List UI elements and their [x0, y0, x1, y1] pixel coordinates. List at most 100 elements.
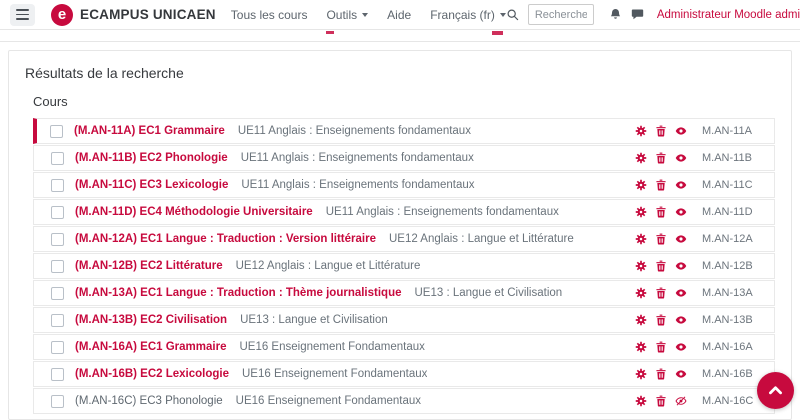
eye-icon — [675, 125, 687, 137]
settings-button[interactable] — [635, 395, 647, 407]
course-name-link[interactable]: (M.AN-12B) EC2 Littérature — [75, 260, 223, 272]
course-select-checkbox[interactable] — [51, 233, 64, 246]
eye-slash-icon — [675, 395, 687, 407]
course-actions — [635, 233, 687, 245]
search-button[interactable] — [506, 8, 519, 21]
course-name-link[interactable]: (M.AN-16C) EC3 Phonologie — [75, 395, 223, 407]
trash-icon — [655, 260, 667, 272]
eye-icon — [675, 287, 687, 299]
course-shortname: M.AN-12A — [702, 233, 760, 245]
course-category: UE16 Enseignement Fondamentaux — [239, 341, 424, 353]
course-shortname: M.AN-11A — [702, 125, 760, 137]
delete-button[interactable] — [655, 233, 667, 245]
visibility-toggle-button[interactable] — [675, 233, 687, 245]
course-actions — [635, 179, 687, 191]
main-nav: Tous les cours Outils Aide Français (fr) — [231, 8, 506, 22]
course-category: UE11 Anglais : Enseignements fondamentau… — [241, 152, 474, 164]
settings-button[interactable] — [635, 152, 647, 164]
visibility-toggle-button[interactable] — [675, 179, 687, 191]
course-row: (M.AN-12B) EC2 Littérature UE12 Anglais … — [33, 253, 775, 279]
gear-icon — [635, 368, 647, 380]
eye-icon — [675, 260, 687, 272]
course-name-link[interactable]: (M.AN-11A) EC1 Grammaire — [74, 125, 225, 137]
delete-button[interactable] — [655, 152, 667, 164]
course-select-checkbox[interactable] — [51, 152, 64, 165]
settings-button[interactable] — [635, 368, 647, 380]
cutoff-text-fragment — [326, 31, 334, 34]
delete-button[interactable] — [655, 125, 667, 137]
course-row: (M.AN-16B) EC2 Lexicologie UE16 Enseigne… — [33, 361, 775, 387]
delete-button[interactable] — [655, 287, 667, 299]
course-select-checkbox[interactable] — [51, 314, 64, 327]
course-name-link[interactable]: (M.AN-11B) EC2 Phonologie — [75, 152, 228, 164]
delete-button[interactable] — [655, 260, 667, 272]
settings-button[interactable] — [635, 314, 647, 326]
hamburger-icon — [16, 9, 29, 11]
visibility-toggle-button[interactable] — [675, 125, 687, 137]
visibility-toggle-button[interactable] — [675, 368, 687, 380]
course-name-link[interactable]: (M.AN-13B) EC2 Civilisation — [75, 314, 227, 326]
course-select-checkbox[interactable] — [51, 368, 64, 381]
delete-button[interactable] — [655, 314, 667, 326]
visibility-toggle-button[interactable] — [675, 206, 687, 218]
visibility-toggle-button[interactable] — [675, 395, 687, 407]
settings-button[interactable] — [635, 260, 647, 272]
course-select-checkbox[interactable] — [51, 179, 64, 192]
nav-aide[interactable]: Aide — [387, 8, 411, 22]
settings-button[interactable] — [635, 206, 647, 218]
course-select-checkbox[interactable] — [51, 287, 64, 300]
course-select-checkbox[interactable] — [51, 341, 64, 354]
course-name-link[interactable]: (M.AN-16B) EC2 Lexicologie — [75, 368, 229, 380]
delete-button[interactable] — [655, 341, 667, 353]
nav-outils[interactable]: Outils — [326, 8, 368, 22]
visibility-toggle-button[interactable] — [675, 314, 687, 326]
settings-button[interactable] — [635, 233, 647, 245]
course-name-link[interactable]: (M.AN-11D) EC4 Méthodologie Universitair… — [75, 206, 313, 218]
eye-icon — [675, 341, 687, 353]
messages-button[interactable] — [631, 8, 644, 21]
delete-button[interactable] — [655, 368, 667, 380]
course-shortname: M.AN-16A — [702, 341, 760, 353]
bell-icon — [609, 8, 622, 21]
course-name-link[interactable]: (M.AN-12A) EC1 Langue : Traduction : Ver… — [75, 233, 376, 245]
course-actions — [635, 287, 687, 299]
chevron-up-icon — [767, 382, 784, 399]
course-select-checkbox[interactable] — [51, 260, 64, 273]
nav-language[interactable]: Français (fr) — [430, 8, 506, 22]
user-name: Administrateur Moodle admin — [657, 9, 800, 21]
scroll-to-top-button[interactable] — [757, 372, 794, 409]
trash-icon — [655, 395, 667, 407]
course-category: UE16 Enseignement Fondamentaux — [236, 395, 421, 407]
visibility-toggle-button[interactable] — [675, 287, 687, 299]
notifications-button[interactable] — [609, 8, 622, 21]
search-results-card: Résultats de la recherche Cours (M.AN-11… — [8, 50, 792, 420]
nav-tous-les-cours[interactable]: Tous les cours — [231, 8, 308, 22]
delete-button[interactable] — [655, 179, 667, 191]
hamburger-menu-button[interactable] — [10, 4, 35, 26]
visibility-toggle-button[interactable] — [675, 260, 687, 272]
course-select-checkbox[interactable] — [51, 395, 64, 408]
course-select-checkbox[interactable] — [50, 125, 63, 138]
delete-button[interactable] — [655, 206, 667, 218]
course-name-link[interactable]: (M.AN-13A) EC1 Langue : Traduction : Thè… — [75, 287, 402, 299]
settings-button[interactable] — [635, 179, 647, 191]
settings-button[interactable] — [635, 125, 647, 137]
visibility-toggle-button[interactable] — [675, 152, 687, 164]
course-row: (M.AN-16C) EC3 Phonologie UE16 Enseignem… — [33, 388, 775, 414]
delete-button[interactable] — [655, 395, 667, 407]
course-category: UE12 Anglais : Langue et Littérature — [389, 233, 574, 245]
course-name-link[interactable]: (M.AN-16A) EC1 Grammaire — [75, 341, 226, 353]
gear-icon — [635, 233, 647, 245]
brand-logo[interactable]: e ECAMPUS UNICAEN — [51, 4, 216, 26]
user-menu[interactable]: Administrateur Moodle admin m — [657, 5, 800, 25]
search-input[interactable] — [528, 4, 594, 25]
ecampus-logo-icon: e — [51, 4, 73, 26]
settings-button[interactable] — [635, 287, 647, 299]
course-name-link[interactable]: (M.AN-11C) EC3 Lexicologie — [75, 179, 228, 191]
course-select-checkbox[interactable] — [51, 206, 64, 219]
course-category: UE13 : Langue et Civilisation — [240, 314, 388, 326]
visibility-toggle-button[interactable] — [675, 341, 687, 353]
course-shortname: M.AN-11B — [702, 152, 760, 164]
trash-icon — [655, 314, 667, 326]
settings-button[interactable] — [635, 341, 647, 353]
